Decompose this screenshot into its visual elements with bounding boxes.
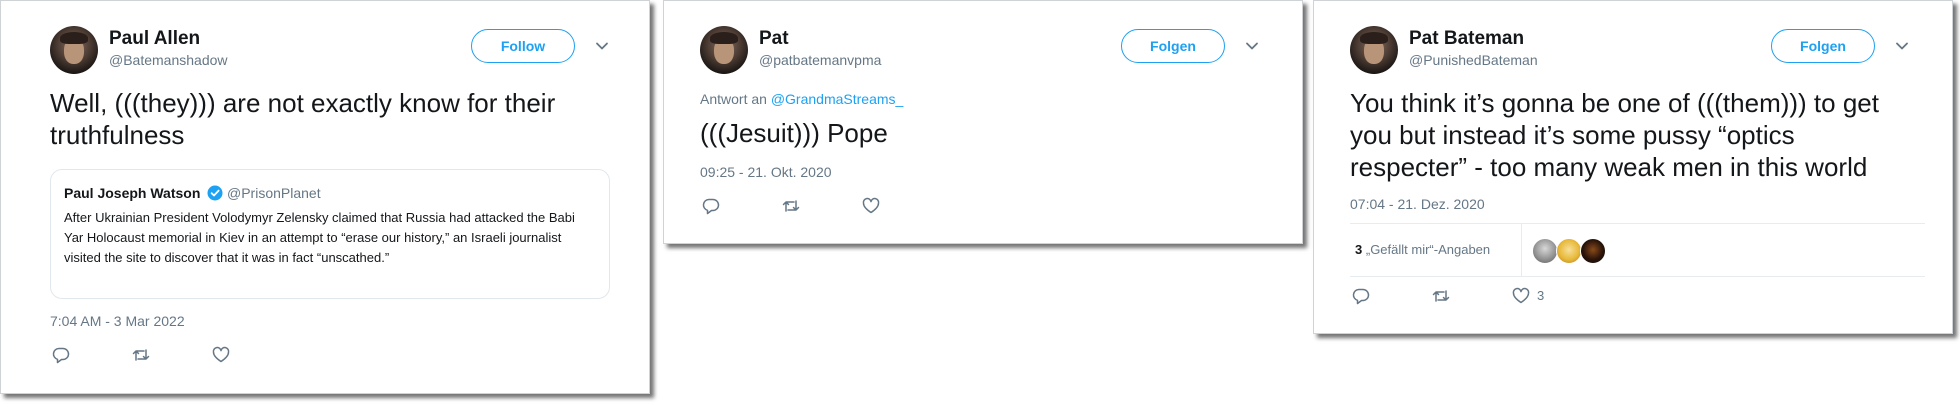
follow-button[interactable]: Follow [471, 29, 575, 63]
chevron-down-icon[interactable] [1893, 37, 1911, 55]
retweet-icon[interactable] [781, 196, 801, 216]
liker-avatar[interactable] [1556, 238, 1582, 264]
reply-icon[interactable] [1351, 286, 1371, 306]
retweet-icon[interactable] [131, 345, 151, 365]
like-count: 3 [1537, 288, 1545, 303]
chevron-down-icon[interactable] [1243, 37, 1261, 55]
likes-label[interactable]: 3 „Gefällt mir“-Angaben [1355, 242, 1490, 257]
timestamp[interactable]: 7:04 AM - 3 Mar 2022 [50, 313, 185, 329]
likes-label-text: „Gefällt mir“-Angaben [1365, 242, 1491, 257]
chevron-down-icon[interactable] [593, 37, 611, 55]
tweet-text: You think it’s gonna be one of (((them))… [1350, 88, 1879, 182]
author-name[interactable]: Pat Bateman [1409, 28, 1524, 50]
tweet-actions: 3 [1351, 286, 1551, 306]
reply-prefix: Antwort an [700, 91, 767, 107]
author-name[interactable]: Pat [759, 28, 789, 50]
heart-icon[interactable] [861, 196, 881, 216]
reply-context: Antwort an @GrandmaStreams_ [700, 91, 903, 107]
avatar[interactable] [1350, 26, 1398, 74]
timestamp[interactable]: 09:25 - 21. Okt. 2020 [700, 164, 832, 180]
tweet-card-pat-bateman: Pat Bateman @PunishedBateman Folgen You … [1313, 0, 1953, 334]
reply-to-handle-link[interactable]: @GrandmaStreams_ [771, 91, 903, 107]
reply-icon[interactable] [51, 345, 71, 365]
author-handle[interactable]: @patbatemanvpma [759, 52, 881, 68]
timestamp[interactable]: 07:04 - 21. Dez. 2020 [1350, 196, 1485, 212]
avatar[interactable] [700, 26, 748, 74]
quoted-tweet-text: After Ukrainian President Volodymyr Zele… [64, 210, 575, 265]
quoted-author-name: Paul Joseph Watson [64, 185, 201, 201]
retweet-icon[interactable] [1431, 286, 1451, 306]
liker-avatar[interactable] [1532, 238, 1558, 264]
heart-icon[interactable] [211, 345, 231, 365]
tweet-text: Well, (((they))) are not exactly know fo… [50, 88, 556, 150]
divider [1521, 224, 1522, 276]
follow-button[interactable]: Folgen [1121, 29, 1225, 63]
quoted-author-handle: @PrisonPlanet [227, 185, 321, 201]
liker-avatar[interactable] [1580, 238, 1606, 264]
heart-icon[interactable] [1511, 286, 1531, 306]
tweet-text: (((Jesuit))) Pope [700, 118, 888, 148]
author-handle[interactable]: @Batemanshadow [109, 52, 228, 68]
avatar[interactable] [50, 26, 98, 74]
tweet-card-paul-allen: Paul Allen @Batemanshadow Follow Well, (… [0, 0, 650, 394]
author-handle[interactable]: @PunishedBateman [1409, 52, 1538, 68]
follow-button[interactable]: Folgen [1771, 29, 1875, 63]
likes-summary: 3 „Gefällt mir“-Angaben [1350, 223, 1925, 277]
likes-count: 3 [1355, 242, 1363, 257]
quoted-tweet[interactable]: Paul Joseph Watson @PrisonPlanet After U… [50, 169, 610, 299]
reply-icon[interactable] [701, 196, 721, 216]
author-name[interactable]: Paul Allen [109, 28, 200, 50]
tweet-actions [701, 196, 901, 216]
tweet-card-pat: Pat @patbatemanvpma Folgen Antwort an @G… [663, 0, 1303, 244]
verified-badge-icon [207, 185, 223, 201]
tweet-actions [51, 345, 251, 365]
